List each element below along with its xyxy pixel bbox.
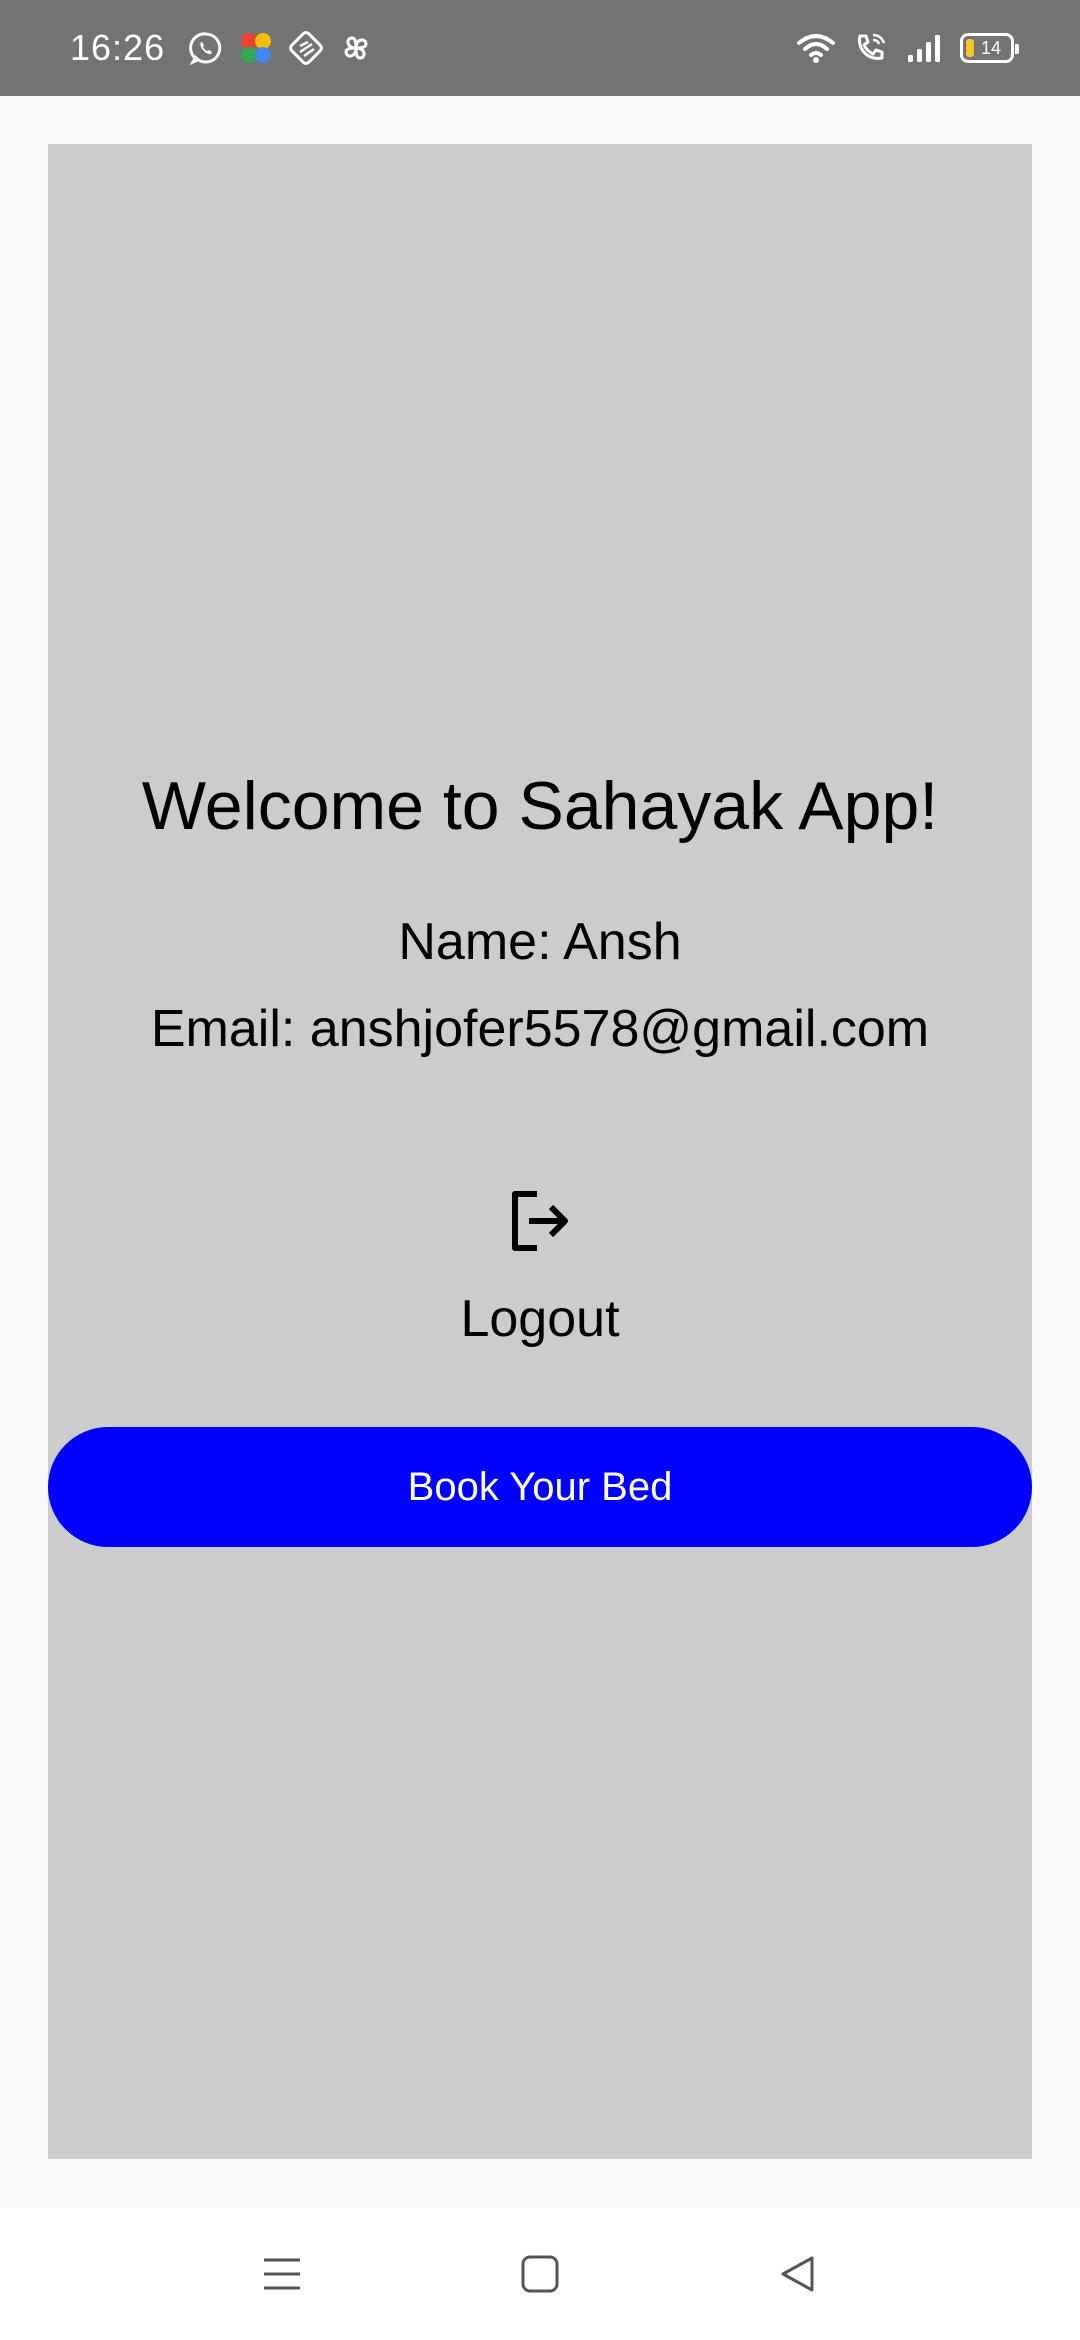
status-time: 16:26 [70, 27, 166, 68]
logout-icon [512, 1191, 568, 1251]
back-triangle-icon [781, 2256, 814, 2292]
home-square-icon [521, 2255, 559, 2293]
book-your-bed-button[interactable]: Book Your Bed [48, 1427, 1032, 1547]
whatsapp-icon [188, 30, 224, 66]
app-colorful-icon [238, 30, 274, 66]
user-email: Email: anshjofer5578@gmail.com [150, 1000, 930, 1058]
welcome-title: Welcome to Sahayak App! [141, 768, 939, 844]
welcome-card: Welcome to Sahayak App! Name: Ansh Email… [48, 144, 1032, 2159]
menu-icon [264, 2258, 300, 2290]
signal-icon [906, 33, 942, 63]
home-button[interactable] [504, 2238, 576, 2310]
battery-icon: 14 [960, 33, 1019, 63]
navigation-bar [0, 2208, 1080, 2340]
notification-icons [188, 28, 374, 68]
menu-button[interactable] [246, 2238, 318, 2310]
user-name: Name: Ansh [398, 913, 682, 971]
logout-button[interactable]: Logout [440, 1164, 640, 1384]
back-button[interactable] [762, 2238, 834, 2310]
battery-level: 14 [980, 37, 1002, 58]
logout-label: Logout [460, 1290, 620, 1348]
status-bar: 16:26 14 [0, 0, 1080, 96]
system-icons: 14 [796, 28, 1019, 68]
wifi-icon [796, 31, 836, 65]
battery-fill [966, 39, 974, 57]
wifi-call-icon [854, 31, 888, 65]
app-badge-icon [288, 30, 324, 66]
pinwheel-icon [338, 30, 374, 66]
